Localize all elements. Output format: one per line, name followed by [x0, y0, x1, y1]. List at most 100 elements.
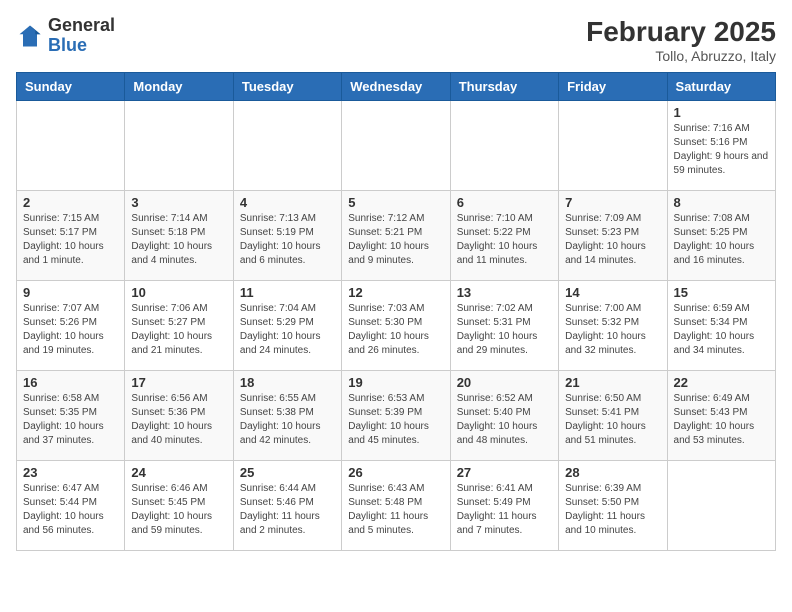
day-number: 26 [348, 465, 443, 480]
day-cell [450, 101, 558, 191]
day-number: 3 [131, 195, 226, 210]
day-info: Sunrise: 6:49 AM Sunset: 5:43 PM Dayligh… [674, 392, 769, 448]
calendar-header: SundayMondayTuesdayWednesdayThursdayFrid… [17, 73, 776, 101]
day-info: Sunrise: 7:13 AM Sunset: 5:19 PM Dayligh… [240, 212, 335, 268]
day-cell: 10 Sunrise: 7:06 AM Sunset: 5:27 PM Dayli… [125, 281, 233, 371]
day-cell: 13 Sunrise: 7:02 AM Sunset: 5:31 PM Dayli… [450, 281, 558, 371]
day-number: 18 [240, 375, 335, 390]
day-number: 16 [23, 375, 118, 390]
day-cell: 6Sunrise: 7:10 AM Sunset: 5:22 PM Daylig… [450, 191, 558, 281]
calendar-subtitle: Tollo, Abruzzo, Italy [586, 48, 776, 64]
day-cell: 7 Sunrise: 7:09 AM Sunset: 5:23 PM Daylig… [559, 191, 667, 281]
day-cell: 20 Sunrise: 6:52 AM Sunset: 5:40 PM Dayli… [450, 371, 558, 461]
day-info: Sunrise: 7:06 AM Sunset: 5:27 PM Dayligh… [131, 302, 226, 358]
day-info: Sunrise: 6:50 AM Sunset: 5:41 PM Dayligh… [565, 392, 660, 448]
day-info: Sunrise: 7:02 AM Sunset: 5:31 PM Dayligh… [457, 302, 552, 358]
week-row-3: 16Sunrise: 6:58 AM Sunset: 5:35 PM Dayli… [17, 371, 776, 461]
day-cell [17, 101, 125, 191]
day-number: 21 [565, 375, 660, 390]
day-number: 6 [457, 195, 552, 210]
day-info: Sunrise: 7:14 AM Sunset: 5:18 PM Dayligh… [131, 212, 226, 268]
day-info: Sunrise: 7:04 AM Sunset: 5:29 PM Dayligh… [240, 302, 335, 358]
day-info: Sunrise: 6:56 AM Sunset: 5:36 PM Dayligh… [131, 392, 226, 448]
day-cell: 25 Sunrise: 6:44 AM Sunset: 5:46 PM Dayli… [233, 461, 341, 551]
day-info: Sunrise: 6:39 AM Sunset: 5:50 PM Dayligh… [565, 482, 660, 538]
day-number: 27 [457, 465, 552, 480]
header-cell-saturday: Saturday [667, 73, 775, 101]
day-number: 28 [565, 465, 660, 480]
day-cell: 4 Sunrise: 7:13 AM Sunset: 5:19 PM Daylig… [233, 191, 341, 281]
day-cell: 16Sunrise: 6:58 AM Sunset: 5:35 PM Dayli… [17, 371, 125, 461]
title-block: February 2025 Tollo, Abruzzo, Italy [586, 16, 776, 64]
week-row-2: 9 Sunrise: 7:07 AM Sunset: 5:26 PM Daylig… [17, 281, 776, 371]
day-number: 7 [565, 195, 660, 210]
calendar-title: February 2025 [586, 16, 776, 48]
day-number: 12 [348, 285, 443, 300]
day-number: 1 [674, 105, 769, 120]
day-cell: 24 Sunrise: 6:46 AM Sunset: 5:45 PM Dayli… [125, 461, 233, 551]
day-cell: 23Sunrise: 6:47 AM Sunset: 5:44 PM Dayli… [17, 461, 125, 551]
day-number: 4 [240, 195, 335, 210]
day-info: Sunrise: 6:55 AM Sunset: 5:38 PM Dayligh… [240, 392, 335, 448]
day-number: 9 [23, 285, 118, 300]
day-number: 17 [131, 375, 226, 390]
day-cell [342, 101, 450, 191]
day-cell: 2Sunrise: 7:15 AM Sunset: 5:17 PM Daylig… [17, 191, 125, 281]
day-info: Sunrise: 7:08 AM Sunset: 5:25 PM Dayligh… [674, 212, 769, 268]
day-number: 10 [131, 285, 226, 300]
header-cell-sunday: Sunday [17, 73, 125, 101]
day-info: Sunrise: 6:59 AM Sunset: 5:34 PM Dayligh… [674, 302, 769, 358]
day-info: Sunrise: 7:07 AM Sunset: 5:26 PM Dayligh… [23, 302, 118, 358]
calendar-table: SundayMondayTuesdayWednesdayThursdayFrid… [16, 72, 776, 551]
day-cell: 5 Sunrise: 7:12 AM Sunset: 5:21 PM Daylig… [342, 191, 450, 281]
day-cell [233, 101, 341, 191]
day-info: Sunrise: 6:41 AM Sunset: 5:49 PM Dayligh… [457, 482, 552, 538]
header-cell-friday: Friday [559, 73, 667, 101]
day-info: Sunrise: 6:53 AM Sunset: 5:39 PM Dayligh… [348, 392, 443, 448]
day-number: 14 [565, 285, 660, 300]
day-number: 15 [674, 285, 769, 300]
day-cell: 11Sunrise: 7:04 AM Sunset: 5:29 PM Dayli… [233, 281, 341, 371]
logo-text: General Blue [48, 16, 115, 56]
day-number: 24 [131, 465, 226, 480]
header-row: SundayMondayTuesdayWednesdayThursdayFrid… [17, 73, 776, 101]
day-info: Sunrise: 6:46 AM Sunset: 5:45 PM Dayligh… [131, 482, 226, 538]
day-info: Sunrise: 7:03 AM Sunset: 5:30 PM Dayligh… [348, 302, 443, 358]
day-cell: 14 Sunrise: 7:00 AM Sunset: 5:32 PM Dayli… [559, 281, 667, 371]
day-number: 8 [674, 195, 769, 210]
day-cell: 17 Sunrise: 6:56 AM Sunset: 5:36 PM Dayli… [125, 371, 233, 461]
day-info: Sunrise: 7:00 AM Sunset: 5:32 PM Dayligh… [565, 302, 660, 358]
day-cell: 26 Sunrise: 6:43 AM Sunset: 5:48 PM Dayli… [342, 461, 450, 551]
day-cell: 15 Sunrise: 6:59 AM Sunset: 5:34 PM Dayli… [667, 281, 775, 371]
day-info: Sunrise: 7:09 AM Sunset: 5:23 PM Dayligh… [565, 212, 660, 268]
day-cell: 18 Sunrise: 6:55 AM Sunset: 5:38 PM Dayli… [233, 371, 341, 461]
week-row-1: 2Sunrise: 7:15 AM Sunset: 5:17 PM Daylig… [17, 191, 776, 281]
header-cell-monday: Monday [125, 73, 233, 101]
day-number: 19 [348, 375, 443, 390]
day-cell: 21 Sunrise: 6:50 AM Sunset: 5:41 PM Dayli… [559, 371, 667, 461]
day-info: Sunrise: 7:12 AM Sunset: 5:21 PM Dayligh… [348, 212, 443, 268]
week-row-0: 1 Sunrise: 7:16 AM Sunset: 5:16 PM Daylig… [17, 101, 776, 191]
day-info: Sunrise: 7:16 AM Sunset: 5:16 PM Dayligh… [674, 122, 769, 178]
day-number: 25 [240, 465, 335, 480]
day-number: 2 [23, 195, 118, 210]
day-cell: 12 Sunrise: 7:03 AM Sunset: 5:30 PM Dayli… [342, 281, 450, 371]
day-info: Sunrise: 6:47 AM Sunset: 5:44 PM Dayligh… [23, 482, 118, 538]
day-info: Sunrise: 6:52 AM Sunset: 5:40 PM Dayligh… [457, 392, 552, 448]
day-number: 5 [348, 195, 443, 210]
day-number: 13 [457, 285, 552, 300]
day-cell: 22 Sunrise: 6:49 AM Sunset: 5:43 PM Dayli… [667, 371, 775, 461]
day-cell [559, 101, 667, 191]
day-cell: 27 Sunrise: 6:41 AM Sunset: 5:49 PM Dayli… [450, 461, 558, 551]
day-cell [667, 461, 775, 551]
header-cell-tuesday: Tuesday [233, 73, 341, 101]
logo: General Blue [16, 16, 115, 56]
day-number: 22 [674, 375, 769, 390]
day-cell: 1 Sunrise: 7:16 AM Sunset: 5:16 PM Daylig… [667, 101, 775, 191]
day-info: Sunrise: 6:44 AM Sunset: 5:46 PM Dayligh… [240, 482, 335, 538]
day-number: 20 [457, 375, 552, 390]
day-cell: 28 Sunrise: 6:39 AM Sunset: 5:50 PM Dayli… [559, 461, 667, 551]
header-cell-thursday: Thursday [450, 73, 558, 101]
day-info: Sunrise: 6:43 AM Sunset: 5:48 PM Dayligh… [348, 482, 443, 538]
calendar-body: 1 Sunrise: 7:16 AM Sunset: 5:16 PM Daylig… [17, 101, 776, 551]
